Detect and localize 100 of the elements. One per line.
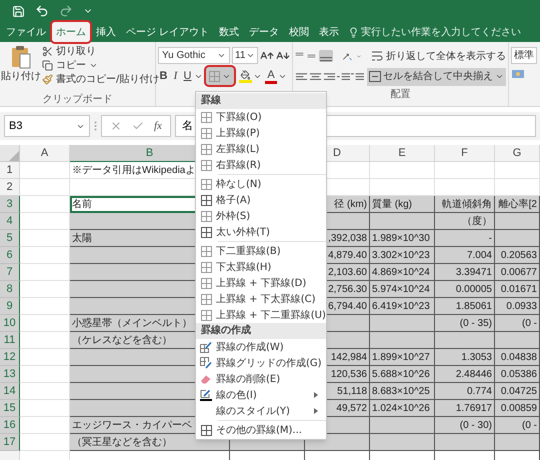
row-header[interactable]: 5 xyxy=(0,230,20,247)
table-cell xyxy=(370,434,435,451)
ribbon-tab[interactable]: ホーム xyxy=(52,22,90,42)
wrap-text-button[interactable]: 折り返して全体を表示する xyxy=(371,48,506,64)
increase-indent-icon[interactable] xyxy=(351,70,364,82)
border-icon xyxy=(200,178,212,190)
ribbon-tab[interactable]: 数式 xyxy=(215,22,244,42)
ribbon-tab[interactable]: 挿入 xyxy=(92,22,120,42)
insert-function-button[interactable]: fx xyxy=(154,118,162,134)
align-right-icon[interactable] xyxy=(323,70,336,82)
column-header[interactable]: A xyxy=(20,145,70,162)
table-cell xyxy=(20,264,70,281)
underline-button[interactable]: U xyxy=(182,68,193,84)
table-cell xyxy=(20,383,70,400)
border-icon xyxy=(200,310,212,320)
table-cell: 2.48446 xyxy=(435,366,495,383)
table-cell xyxy=(20,213,70,230)
menu-section-header: 罫線の作成 xyxy=(196,323,326,339)
table-cell: 0.00005 xyxy=(435,281,495,298)
copy-button[interactable]: コピー xyxy=(42,59,160,72)
row-header[interactable]: 12 xyxy=(0,349,20,366)
table-cell: (0 - 35) xyxy=(435,315,495,332)
ribbon-tab[interactable]: 表示 xyxy=(315,22,344,42)
row-header[interactable]: 17 xyxy=(0,434,20,451)
table-cell: 1.024×10^26 xyxy=(370,400,435,417)
format-painter-button[interactable]: 書式のコピー/貼り付け xyxy=(42,73,160,86)
row-header[interactable]: 8 xyxy=(0,281,20,298)
pencil-grid-icon xyxy=(200,357,212,369)
table-cell: 7.004 xyxy=(435,247,495,264)
border-icon xyxy=(200,246,212,256)
table-cell xyxy=(435,162,495,179)
align-left-icon[interactable] xyxy=(295,70,308,82)
tell-me-field[interactable]: 実行したい作業を入力してください xyxy=(348,22,522,42)
table-cell: 質量 (kg) xyxy=(370,196,435,213)
table-cell xyxy=(370,332,435,349)
ribbon-tab[interactable]: データ xyxy=(245,22,284,42)
table-cell: （冥王星などを含む） xyxy=(70,434,230,451)
row-header[interactable]: 7 xyxy=(0,264,20,281)
row-header[interactable]: 1 xyxy=(0,162,20,179)
pencil-grid-icon xyxy=(200,341,212,353)
italic-button[interactable]: I xyxy=(170,68,181,84)
row-header[interactable]: 13 xyxy=(0,366,20,383)
ribbon-tab[interactable]: ページ レイアウト xyxy=(122,22,214,42)
font-color-button[interactable]: A xyxy=(265,68,277,84)
caret-icon xyxy=(89,61,98,70)
table-cell xyxy=(20,349,70,366)
bold-button[interactable]: B xyxy=(158,68,169,84)
paste-button[interactable]: 貼り付け xyxy=(0,45,42,92)
row-header[interactable]: 16 xyxy=(0,417,20,434)
border-icon xyxy=(200,294,212,304)
name-box[interactable]: B3 xyxy=(4,115,90,137)
paintbrush-icon xyxy=(42,74,53,85)
row-header[interactable]: 11 xyxy=(0,332,20,349)
row-header[interactable]: 9 xyxy=(0,298,20,315)
font-name-field[interactable]: Yu Gothic xyxy=(158,47,230,64)
row-header[interactable]: 10 xyxy=(0,315,20,332)
column-header[interactable]: E xyxy=(370,145,435,162)
row-header[interactable]: 2 xyxy=(0,179,20,196)
menu-item[interactable]: 枠なし(N) xyxy=(196,176,326,192)
border-button[interactable] xyxy=(206,67,234,85)
row-header[interactable]: 4 xyxy=(0,213,20,230)
table-cell: 0.01671 xyxy=(495,281,540,298)
border-icon xyxy=(200,194,212,206)
fill-color-icon[interactable] xyxy=(239,70,252,82)
column-header[interactable]: G xyxy=(495,145,540,162)
row-header[interactable]: 14 xyxy=(0,383,20,400)
table-cell xyxy=(20,332,70,349)
table-cell: 4.869×10^24 xyxy=(370,264,435,281)
column-header[interactable]: F xyxy=(435,145,495,162)
align-center-icon[interactable] xyxy=(309,70,322,82)
table-cell: 1.76917 xyxy=(435,400,495,417)
row-header[interactable]: 15 xyxy=(0,400,20,417)
save-icon[interactable] xyxy=(12,4,25,18)
table-cell xyxy=(20,162,70,179)
table-cell xyxy=(20,400,70,417)
undo-icon[interactable] xyxy=(35,4,49,18)
table-cell: 0.05386 xyxy=(495,366,540,383)
scissors-icon xyxy=(42,46,53,57)
font-size-field[interactable]: 11 xyxy=(232,47,258,64)
border-icon xyxy=(200,210,212,222)
table-cell: 0.20563 xyxy=(495,247,540,264)
cut-button[interactable]: 切り取り xyxy=(42,45,160,58)
table-cell: (0 - xyxy=(495,315,540,332)
row-header[interactable]: 6 xyxy=(0,247,20,264)
merge-center-button[interactable]: セルを結合して中央揃え xyxy=(367,68,506,86)
border-icon xyxy=(200,262,212,272)
decrease-indent-icon[interactable] xyxy=(337,70,350,82)
row-header[interactable]: 3 xyxy=(0,196,20,213)
border-icon xyxy=(200,278,212,288)
copy-icon xyxy=(42,60,53,71)
table-cell xyxy=(20,417,70,434)
ribbon-tab[interactable]: ファイル xyxy=(2,22,50,42)
table-cell xyxy=(370,162,435,179)
table-cell xyxy=(20,230,70,247)
table-cell: - xyxy=(435,230,495,247)
border-icon xyxy=(200,112,212,122)
group-label: 配置 xyxy=(390,88,410,102)
ribbon-tab[interactable]: 校閲 xyxy=(285,22,314,42)
number-format-field[interactable]: 標準 xyxy=(511,47,537,64)
group-label: クリップボード xyxy=(42,92,112,106)
